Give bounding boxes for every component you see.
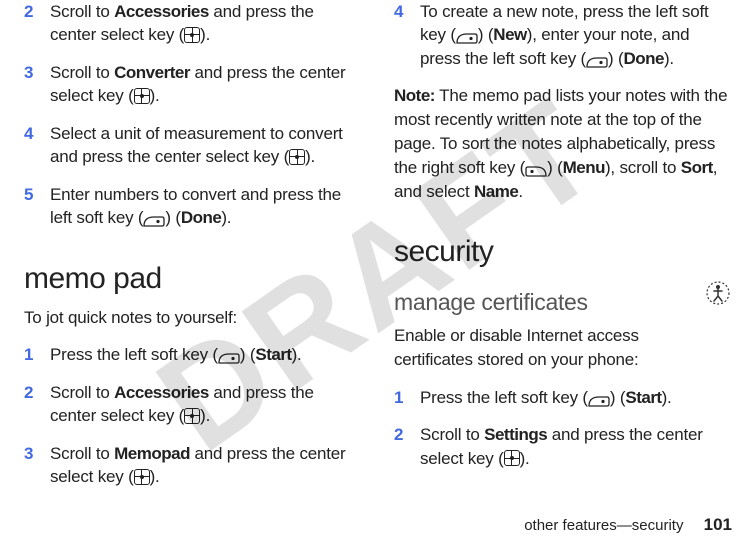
center-key-icon [134,469,150,485]
step-text: Scroll to Converter and press the center… [50,61,362,108]
step-item: 2Scroll to Settings and press the center… [394,423,732,470]
page-footer: other features—security 101 [524,515,732,535]
left-soft-key-icon [143,211,165,224]
footer-text: other features—security [524,517,683,534]
step-text: Press the left soft key () (Start). [50,343,362,366]
left-soft-key-icon [218,348,240,361]
right-column: 4 To create a new note, press the left s… [394,0,732,449]
step-text: Scroll to Accessories and press the cent… [50,0,362,47]
step-text: Enter numbers to convert and press the l… [50,183,362,230]
step-number: 4 [24,122,50,169]
left-soft-key-icon [588,391,610,404]
step-number: 3 [24,442,50,489]
center-key-icon [184,27,200,43]
page-columns: 2Scroll to Accessories and press the cen… [0,0,756,499]
step-number: 1 [24,343,50,366]
left-soft-key-icon [456,28,478,41]
step-text: Scroll to Memopad and press the center s… [50,442,362,489]
center-key-icon [134,88,150,104]
step-item: 1Press the left soft key () (Start). [24,343,362,366]
steps-group-a: 2Scroll to Accessories and press the cen… [24,0,362,244]
steps-group-b: 1Press the left soft key () (Start).2Scr… [24,343,362,502]
step-number: 1 [394,386,420,409]
center-key-icon [504,450,520,466]
step-item: 1Press the left soft key () (Start). [394,386,732,409]
memo-intro: To jot quick notes to yourself: [24,306,362,330]
page-number: 101 [704,515,732,534]
step-item: 2Scroll to Accessories and press the cen… [24,0,362,47]
note-paragraph: Note: The memo pad lists your notes with… [394,84,732,203]
step-number: 5 [24,183,50,230]
step-number: 3 [24,61,50,108]
step-4-create-note: 4 To create a new note, press the left s… [394,0,732,70]
right-soft-key-icon [525,161,547,174]
step-item: 5Enter numbers to convert and press the … [24,183,362,230]
step-number: 2 [24,381,50,428]
accessibility-icon [704,279,732,307]
step-item: 3Scroll to Memopad and press the center … [24,442,362,489]
certs-intro: Enable or disable Internet access certif… [394,324,694,372]
center-key-icon [289,149,305,165]
steps-group-security: 1Press the left soft key () (Start).2Scr… [394,386,732,484]
step-text: Press the left soft key () (Start). [420,386,732,409]
step-text: Scroll to Accessories and press the cent… [50,381,362,428]
step-item: 4Select a unit of measurement to convert… [24,122,362,169]
subheading-manage-certificates: manage certificates [394,289,694,316]
step-text: Select a unit of measurement to convert … [50,122,362,169]
step-number: 4 [394,0,420,70]
center-key-icon [184,408,200,424]
step-text: Scroll to Settings and press the center … [420,423,732,470]
step-number: 2 [394,423,420,470]
step-item: 2Scroll to Accessories and press the cen… [24,381,362,428]
step-item: 3Scroll to Converter and press the cente… [24,61,362,108]
left-column: 2Scroll to Accessories and press the cen… [24,0,362,449]
heading-memo-pad: memo pad [24,262,362,296]
heading-security: security [394,235,732,269]
step-number: 2 [24,0,50,47]
step-text: To create a new note, press the left sof… [420,0,732,70]
left-soft-key-icon [586,52,608,65]
